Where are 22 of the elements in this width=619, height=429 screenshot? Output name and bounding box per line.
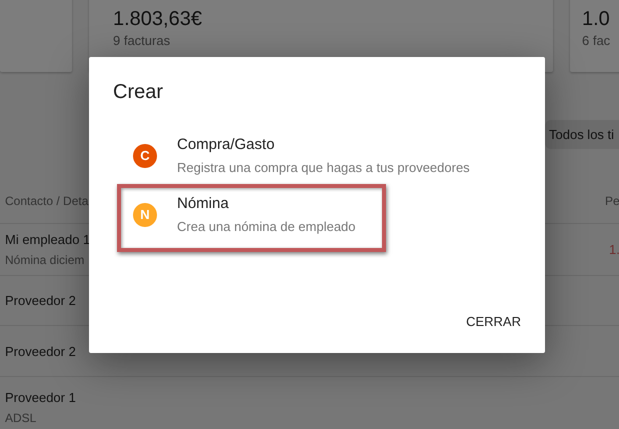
option-description: Registra una compra que hagas a tus proveedores	[177, 160, 470, 175]
contact-name: Mi empleado 1	[5, 232, 90, 247]
contact-name: Proveedor 1	[5, 390, 76, 404]
close-button[interactable]: CERRAR	[458, 306, 521, 337]
letter-avatar: N	[133, 202, 157, 226]
contact-name: Proveedor 2	[5, 344, 76, 358]
amount-text: 1.	[609, 242, 619, 257]
option-title[interactable]: Compra/Gasto	[177, 136, 470, 153]
card-amount: 1.0	[582, 7, 611, 31]
card-amount: 1.803,63€	[113, 7, 203, 31]
column-header: Contacto / Deta	[5, 194, 88, 208]
contact-detail: Nómina diciem	[5, 253, 86, 267]
dialog-title: Crear	[113, 81, 164, 104]
filter-chip[interactable]: Todos los ti	[545, 120, 619, 149]
contact-detail: ADSL	[5, 410, 38, 424]
contact-name: Proveedor 2	[5, 293, 76, 308]
card-count: 6 fac	[582, 33, 612, 48]
column-header: Pe	[605, 194, 619, 208]
option-description: Crea una nómina de empleado	[177, 219, 356, 234]
card-count: 9 facturas	[113, 33, 172, 48]
letter-avatar: C	[133, 144, 157, 168]
option-title[interactable]: Nómina	[177, 195, 356, 212]
